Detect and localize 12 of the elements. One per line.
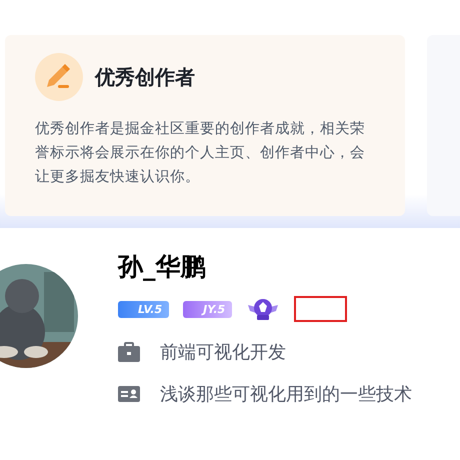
level-badge: LV.5 <box>118 300 170 318</box>
id-card-icon <box>118 386 140 402</box>
highlight-frame <box>294 296 348 322</box>
card-description: 优秀创作者是掘金社区重要的创作者成就，相关荣誉标示将会展示在你的个人主页、创作者中心，会让更多掘友快速认识你。 <box>35 120 366 187</box>
user-name: 孙_华鹏 <box>118 251 206 283</box>
rank-badge: JY.5 <box>183 300 232 318</box>
medal-icon <box>246 297 280 321</box>
job-title: 前端可视化开发 <box>160 341 286 364</box>
briefcase-icon <box>118 342 140 362</box>
card-title: 优秀创作者 <box>95 64 195 90</box>
pencil-icon <box>35 53 83 101</box>
user-bio: 浅谈那些可视化用到的一些技术 <box>160 383 412 406</box>
